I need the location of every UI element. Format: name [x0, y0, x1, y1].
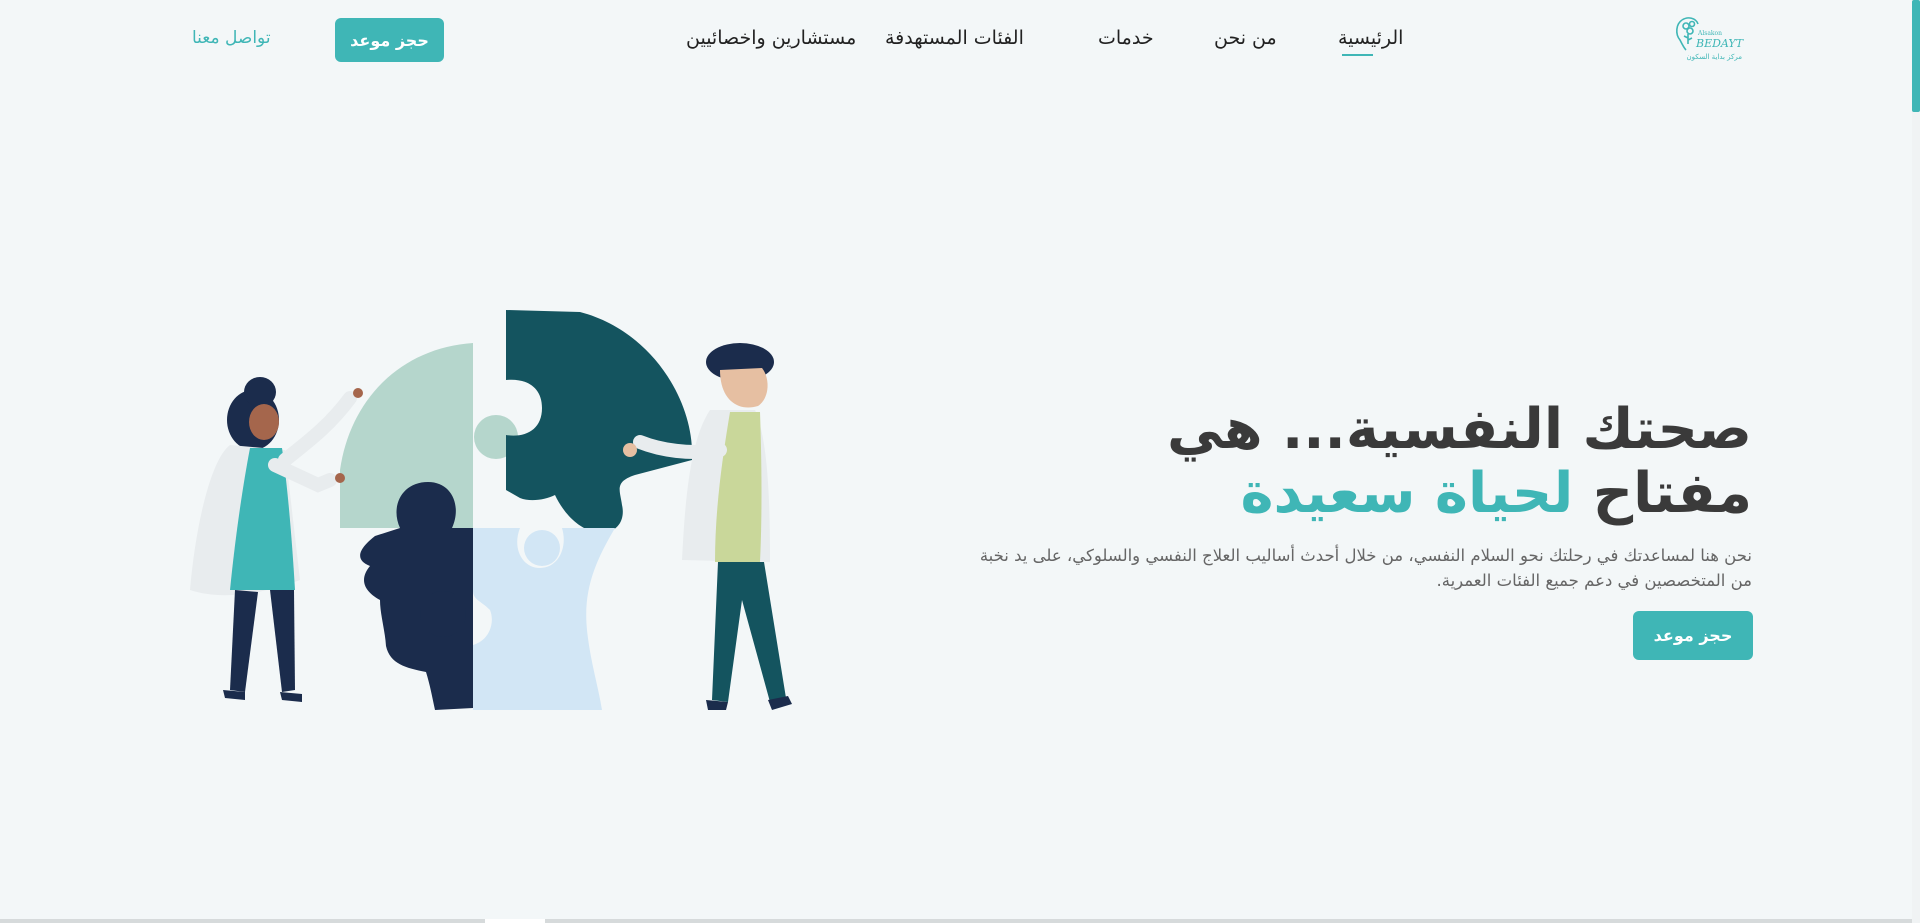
svg-text:BEDAYT: BEDAYT	[1695, 37, 1744, 50]
scrollbar-thumb[interactable]	[1912, 0, 1920, 112]
site-logo[interactable]: Alsakon BEDAYT مركز بداية السكون	[1672, 14, 1745, 66]
svg-text:Alsakon: Alsakon	[1697, 30, 1722, 37]
hero-title-line2: مفتاح لحياة سعيدة	[1052, 462, 1752, 526]
nav-home[interactable]: الرئيسية	[1338, 27, 1403, 56]
hero-title-line2-start: مفتاح	[1592, 461, 1752, 526]
hero-book-appointment-button[interactable]: حجز موعد	[1633, 611, 1753, 660]
nav-consultants[interactable]: مستشارين واخصائيين	[686, 27, 856, 55]
bottom-scroll-strip	[0, 919, 1912, 923]
site-header: Alsakon BEDAYT مركز بداية السكون الرئيسي…	[0, 0, 1912, 80]
puzzle-piece-teal	[506, 310, 693, 533]
nav-about[interactable]: من نحن	[1214, 27, 1277, 55]
head-tree-logo-icon: Alsakon BEDAYT مركز بداية السكون	[1676, 17, 1745, 61]
puzzle-piece-lightblue-knob	[524, 530, 560, 566]
puzzle-head-people-illustration	[190, 310, 792, 710]
bottom-scroll-strip-segment	[485, 919, 545, 923]
woman-figure	[190, 377, 363, 702]
puzzle-piece-navy-knob	[420, 591, 466, 637]
book-appointment-button[interactable]: حجز موعد	[335, 18, 444, 62]
hero-title-line1: صحتك النفسية... هي	[1167, 397, 1752, 462]
svg-text:مركز بداية السكون: مركز بداية السكون	[1687, 53, 1743, 61]
contact-us-link[interactable]: تواصل معنا	[192, 28, 271, 48]
scrollbar[interactable]	[1912, 0, 1920, 923]
hero-title: صحتك النفسية... هي مفتاح لحياة سعيدة	[1052, 398, 1752, 526]
nav-services[interactable]: خدمات	[1098, 27, 1154, 55]
hero-title-accent: لحياة سعيدة	[1240, 461, 1574, 526]
hero-description: نحن هنا لمساعدتك في رحلتك نحو السلام الن…	[979, 546, 1752, 590]
nav-target-groups[interactable]: الفئات المستهدفة	[885, 27, 1024, 55]
hero-illustration	[190, 300, 820, 720]
